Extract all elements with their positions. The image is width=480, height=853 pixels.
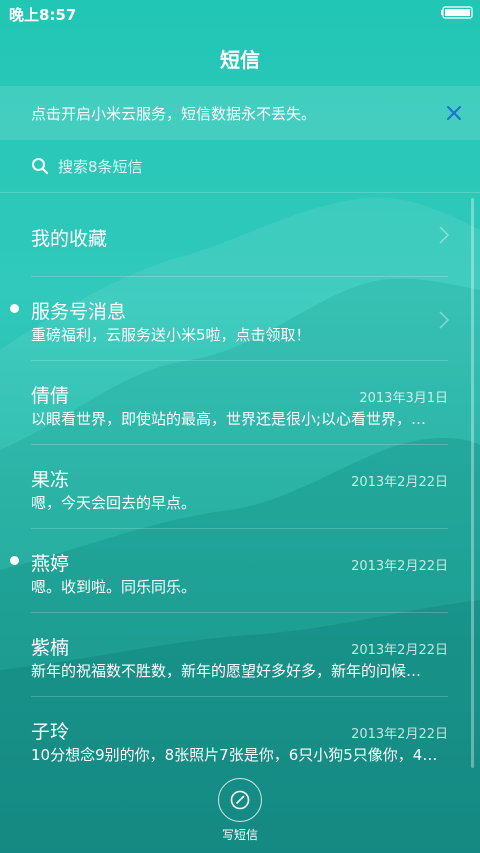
item-snippet: 嗯。收到啦。同乐同乐。 bbox=[31, 578, 197, 596]
item-name: 服务号消息 bbox=[31, 301, 127, 323]
close-icon[interactable] bbox=[442, 101, 466, 125]
conversation-item[interactable]: 果冻 2013年2月22日 嗯，今天会回去的早点。 bbox=[0, 445, 480, 529]
conversation-item[interactable]: 子玲 2013年2月22日 10分想念9别的你，8张照片7张是你，6只小狗5只像… bbox=[0, 697, 480, 781]
chevron-right-icon bbox=[439, 311, 450, 329]
item-name: 紫楠 bbox=[31, 637, 70, 659]
item-name: 子玲 bbox=[31, 721, 70, 743]
battery-icon bbox=[441, 6, 473, 19]
scrollbar[interactable] bbox=[471, 198, 474, 768]
search-bar[interactable]: 搜索8条短信 bbox=[0, 140, 480, 193]
compose-icon bbox=[230, 790, 250, 810]
item-date: 2013年3月1日 bbox=[359, 391, 448, 406]
favorites-item[interactable]: 我的收藏 bbox=[0, 192, 480, 277]
search-icon bbox=[32, 158, 48, 174]
compose-label: 写短信 bbox=[221, 828, 258, 842]
item-snippet: 新年的祝福数不胜数，新年的愿望好多好多，新年的问候… bbox=[31, 662, 422, 680]
item-name: 我的收藏 bbox=[31, 228, 108, 250]
item-name: 燕婷 bbox=[31, 553, 70, 575]
chevron-right-icon bbox=[439, 226, 450, 244]
item-date: 2013年2月22日 bbox=[351, 559, 448, 574]
service-messages-item[interactable]: 服务号消息 重磅福利，云服务送小米5啦，点击领取！ bbox=[0, 277, 480, 361]
item-snippet: 10分想念9别的你，8张照片7张是你，6只小狗5只像你，4… bbox=[31, 746, 438, 764]
item-date: 2013年2月22日 bbox=[351, 643, 448, 658]
item-name: 倩倩 bbox=[31, 385, 70, 407]
unread-dot bbox=[10, 556, 19, 565]
item-name: 果冻 bbox=[31, 469, 70, 491]
item-snippet: 重磅福利，云服务送小米5啦，点击领取！ bbox=[31, 326, 311, 344]
unread-dot bbox=[10, 304, 19, 313]
compose-button[interactable] bbox=[218, 778, 262, 822]
item-date: 2013年2月22日 bbox=[351, 475, 448, 490]
search-input[interactable]: 搜索8条短信 bbox=[58, 156, 143, 177]
page-title: 短信 bbox=[220, 48, 260, 72]
conversation-item[interactable]: 燕婷 2013年2月22日 嗯。收到啦。同乐同乐。 bbox=[0, 529, 480, 613]
item-snippet: 以眼看世界，即使站的最高，世界还是很小;以心看世界，… bbox=[31, 410, 427, 428]
conversation-item[interactable]: 倩倩 2013年3月1日 以眼看世界，即使站的最高，世界还是很小;以心看世界，… bbox=[0, 361, 480, 445]
conversation-item[interactable]: 紫楠 2013年2月22日 新年的祝福数不胜数，新年的愿望好多好多，新年的问候… bbox=[0, 613, 480, 697]
banner-text: 点击开启小米云服务，短信数据永不丢失。 bbox=[31, 105, 317, 123]
item-snippet: 嗯，今天会回去的早点。 bbox=[31, 494, 197, 512]
status-bar: 晚上8:57 bbox=[0, 0, 480, 28]
cloud-service-banner[interactable]: 点击开启小米云服务，短信数据永不丢失。 bbox=[0, 86, 480, 140]
status-time: 晚上8:57 bbox=[9, 6, 77, 24]
item-date: 2013年2月22日 bbox=[351, 727, 448, 742]
